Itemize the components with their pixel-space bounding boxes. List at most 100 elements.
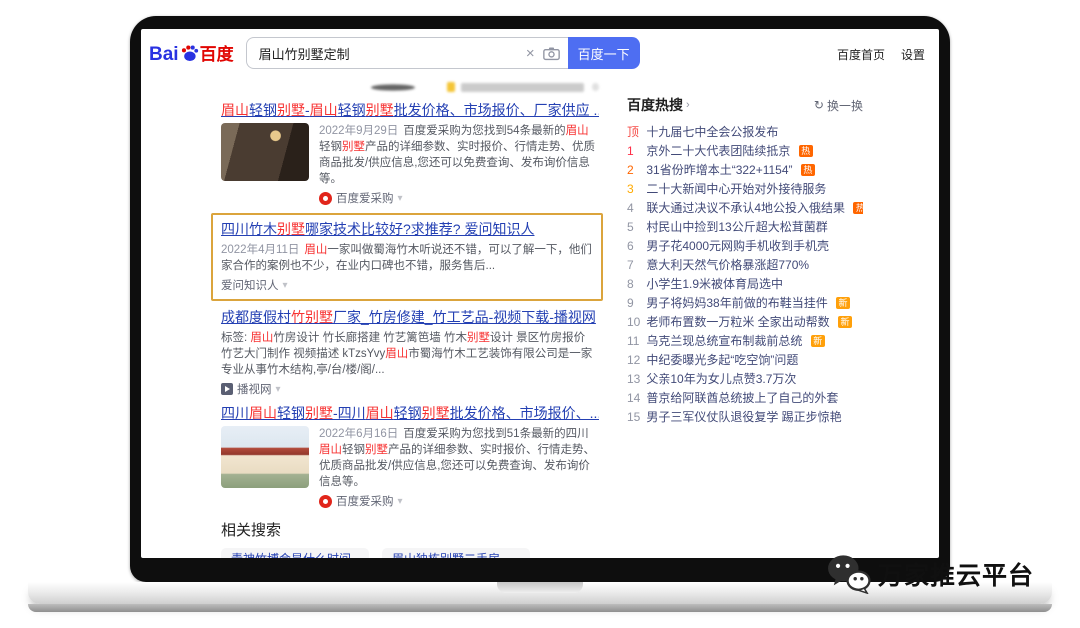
result-title[interactable]: 四川眉山轻钢别墅-四川眉山轻钢别墅批发价格、市场报价、... bbox=[221, 404, 599, 423]
result-thumbnail[interactable] bbox=[221, 426, 309, 488]
result-title[interactable]: 四川竹木别墅哪家技术比较好?求推荐? 爱问知识人 bbox=[221, 220, 593, 239]
watermark-label: 万家推云平台 bbox=[878, 556, 1034, 592]
result-description: 2022年9月29日百度爱采购为您找到54条最新的眉山轻钢别墅产品的详细参数、实… bbox=[319, 123, 599, 187]
laptop-base-edge bbox=[28, 604, 1052, 612]
chevron-right-icon: › bbox=[686, 99, 690, 111]
search-bar: × 百度一下 bbox=[246, 37, 640, 69]
search-result-4: 四川眉山轻钢别墅-四川眉山轻钢别墅批发价格、市场报价、... 2022年6月16… bbox=[221, 404, 599, 509]
result-source[interactable]: 百度爱采购 ▾ bbox=[319, 493, 599, 509]
caret-icon: ▾ bbox=[398, 496, 403, 507]
hot-search-title: 百度热搜 bbox=[627, 95, 683, 115]
hot-rank: 11 bbox=[627, 332, 643, 351]
search-box: × bbox=[246, 37, 568, 69]
hot-rank: 10 bbox=[627, 313, 643, 332]
hot-search-item[interactable]: 10 老师布置数一万粒米 全家出动帮数 新 bbox=[627, 313, 863, 332]
hot-item-text: 男子花4000元网购手机收到手机壳 bbox=[646, 239, 829, 253]
hot-search-item[interactable]: 8 小学生1.9米被体育局选中 bbox=[627, 275, 863, 294]
hot-search-item[interactable]: 6 男子花4000元网购手机收到手机壳 bbox=[627, 237, 863, 256]
nav-baidu-home[interactable]: 百度首页 bbox=[837, 46, 885, 63]
video-site-icon bbox=[221, 383, 233, 395]
baidu-logo[interactable]: Bai 百度 bbox=[149, 40, 234, 66]
result-source-label: 播视网 bbox=[237, 381, 272, 397]
hot-item-badge: 热 bbox=[853, 202, 863, 214]
cropped-illegible-text bbox=[461, 83, 584, 92]
hot-search-item[interactable]: 4 联大通过决议不承认4地公投入俄结果 热 bbox=[627, 199, 863, 218]
hot-search-item[interactable]: 13 父亲10年为女儿点赞3.7万次 bbox=[627, 370, 863, 389]
hot-item-badge: 新 bbox=[838, 316, 852, 328]
hot-item-text: 二十大新闻中心开始对外接待服务 bbox=[646, 182, 826, 196]
hot-rank: 13 bbox=[627, 370, 643, 389]
hot-search-item[interactable]: 1 京外二十大代表团陆续抵京 热 bbox=[627, 142, 863, 161]
hot-item-text: 意大利天然气价格暴涨超770% bbox=[646, 258, 809, 272]
cropped-favicon bbox=[447, 82, 455, 92]
result-title[interactable]: 眉山轻钢别墅-眉山轻钢别墅批发价格、市场报价、厂家供应 ... bbox=[221, 101, 599, 120]
hot-search-item[interactable]: 5 村民山中捡到13公斤超大松茸菌群 bbox=[627, 218, 863, 237]
caret-icon: ▾ bbox=[276, 384, 281, 395]
wechat-icon bbox=[826, 554, 872, 594]
caret-icon: ▾ bbox=[283, 280, 288, 291]
result-source[interactable]: 播视网 ▾ bbox=[221, 381, 599, 397]
result-description: 2022年4月11日眉山一家叫做蜀海竹木听说还不错，可以了解一下，他们家合作的案… bbox=[221, 242, 593, 274]
related-search-pill[interactable]: 青神竹博会是什么时间 bbox=[221, 548, 369, 558]
hot-search-header: 百度热搜 › ↻ 换一换 bbox=[627, 95, 863, 115]
hot-item-badge: 热 bbox=[799, 145, 813, 157]
caret-icon bbox=[592, 83, 599, 91]
hot-search-item[interactable]: 2 31省份昨增本土“322+1154” 热 bbox=[627, 161, 863, 180]
search-button[interactable]: 百度一下 bbox=[568, 37, 640, 69]
result-date: 2022年9月29日 bbox=[319, 125, 398, 137]
hot-search-item[interactable]: 顶 十九届七中全会公报发布 bbox=[627, 123, 863, 142]
result-source[interactable]: 爱问知识人 ▾ bbox=[221, 277, 593, 293]
results-column: 眉山轻钢别墅-眉山轻钢别墅批发价格、市场报价、厂家供应 ... 2022年9月2… bbox=[221, 77, 599, 558]
hot-search-item[interactable]: 15 男子三军仪仗队退役复学 踢正步惊艳 bbox=[627, 408, 863, 427]
hot-search-item[interactable]: 3 二十大新闻中心开始对外接待服务 bbox=[627, 180, 863, 199]
camera-icon[interactable] bbox=[543, 46, 560, 61]
hot-item-text: 中纪委曝光多起“吃空饷”问题 bbox=[646, 353, 798, 367]
hot-search-panel: 百度热搜 › ↻ 换一换 顶 十九届七中全会公报发布 1 京外二十大代表团陆续抵… bbox=[627, 95, 863, 427]
search-result-2-highlighted: 四川竹木别墅哪家技术比较好?求推荐? 爱问知识人 2022年4月11日眉山一家叫… bbox=[211, 213, 603, 301]
top-nav: 百度首页 设置 bbox=[837, 46, 925, 63]
hot-item-badge: 新 bbox=[836, 297, 850, 309]
hot-search-item[interactable]: 14 普京给阿联酋总统披上了自己的外套 bbox=[627, 389, 863, 408]
hot-item-text: 十九届七中全会公报发布 bbox=[646, 125, 778, 139]
hot-search-item[interactable]: 9 男子将妈妈38年前做的布鞋当挂件 新 bbox=[627, 294, 863, 313]
hot-search-title-link[interactable]: 百度热搜 › bbox=[627, 95, 690, 115]
result-date: 2022年4月11日 bbox=[221, 244, 299, 256]
hot-rank: 3 bbox=[627, 180, 643, 199]
hot-rank: 6 bbox=[627, 237, 643, 256]
hot-item-text: 男子将妈妈38年前做的布鞋当挂件 bbox=[646, 296, 827, 310]
hot-rank: 4 bbox=[627, 199, 643, 218]
hot-rank: 5 bbox=[627, 218, 643, 237]
result-source-label: 百度爱采购 bbox=[336, 190, 394, 206]
hot-rank: 顶 bbox=[627, 123, 643, 142]
laptop-notch bbox=[497, 582, 583, 593]
hot-rank: 2 bbox=[627, 161, 643, 180]
search-input[interactable] bbox=[257, 45, 518, 62]
cropped-brand-logo bbox=[371, 84, 415, 90]
baidu-logo-bai: Bai bbox=[149, 44, 179, 66]
hot-item-text: 村民山中捡到13公斤超大松茸菌群 bbox=[646, 220, 827, 234]
nav-settings[interactable]: 设置 bbox=[901, 46, 925, 63]
related-search-pill[interactable]: 眉山独栋别墅二手房 bbox=[382, 548, 530, 558]
hot-rank: 8 bbox=[627, 275, 643, 294]
hot-item-text: 男子三军仪仗队退役复学 踢正步惊艳 bbox=[646, 410, 841, 424]
search-result-3: 成都度假村竹别墅厂家_竹房修建_竹工艺品-视频下载-播视网 标签: 眉山竹房设计… bbox=[221, 308, 599, 397]
result-thumbnail[interactable] bbox=[221, 123, 309, 181]
result-snippet: 标签: 眉山竹房设计 竹长廊搭建 竹艺篱笆墙 竹木别墅设计 景区竹房报价 竹艺大… bbox=[221, 332, 592, 376]
hot-search-item[interactable]: 7 意大利天然气价格暴涨超770% bbox=[627, 256, 863, 275]
related-search-grid: 青神竹博会是什么时间眉山独栋别墅二手房眉山别墅价格眉山江山美墅别墅出售眉山别墅楼… bbox=[221, 548, 599, 558]
refresh-button[interactable]: ↻ 换一换 bbox=[814, 97, 863, 114]
hot-rank: 14 bbox=[627, 389, 643, 408]
browser-viewport: Bai 百度 × bbox=[141, 29, 939, 558]
result-title[interactable]: 成都度假村竹别墅厂家_竹房修建_竹工艺品-视频下载-播视网 bbox=[221, 308, 599, 327]
hot-item-text: 京外二十大代表团陆续抵京 bbox=[646, 144, 790, 158]
result-source[interactable]: 百度爱采购 ▾ bbox=[319, 190, 599, 206]
hot-search-item[interactable]: 12 中纪委曝光多起“吃空饷”问题 bbox=[627, 351, 863, 370]
hot-search-item[interactable]: 11 乌克兰现总统宣布制裁前总统 新 bbox=[627, 332, 863, 351]
refresh-icon: ↻ bbox=[814, 98, 824, 112]
hot-item-text: 普京给阿联酋总统披上了自己的外套 bbox=[646, 391, 838, 405]
result-source-label: 百度爱采购 bbox=[336, 493, 394, 509]
hot-item-badge: 新 bbox=[811, 335, 825, 347]
watermark: 万家推云平台 bbox=[826, 554, 1034, 594]
clear-icon[interactable]: × bbox=[526, 46, 535, 61]
hot-item-text: 小学生1.9米被体育局选中 bbox=[646, 277, 783, 291]
